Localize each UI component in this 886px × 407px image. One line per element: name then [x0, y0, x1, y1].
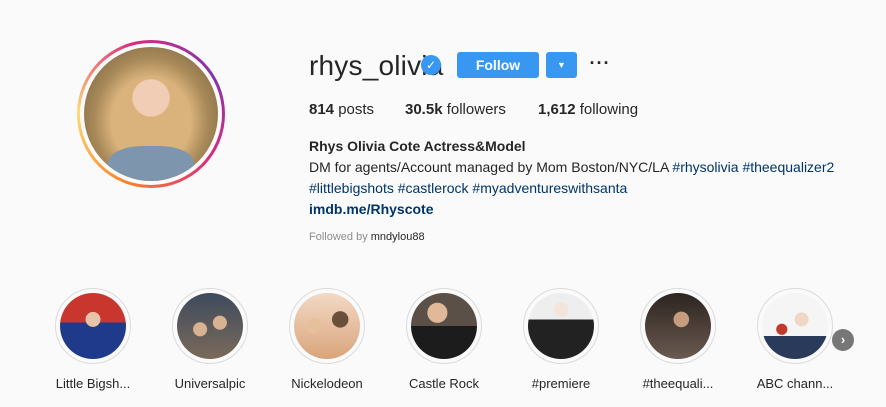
highlight-ring — [757, 288, 833, 364]
profile-full-name: Rhys Olivia Cote Actress&Model — [309, 138, 526, 154]
highlight-thumbnail — [645, 293, 711, 359]
highlight-label: ABC chann... — [756, 376, 834, 391]
highlight-item[interactable]: Universalpic — [151, 288, 269, 391]
suggested-dropdown-button[interactable]: ▼ — [546, 52, 577, 78]
hashtag-link[interactable]: #rhysolivia — [672, 159, 738, 175]
highlight-ring — [172, 288, 248, 364]
profile-avatar-ring[interactable] — [77, 40, 225, 188]
more-options-button[interactable]: ··· — [588, 52, 612, 78]
highlight-thumbnail — [528, 293, 594, 359]
bio-line-1: DM for agents/Account managed by Mom Bos… — [309, 157, 869, 178]
highlight-item[interactable]: #theequali... — [619, 288, 737, 391]
hashtag-link[interactable]: #littlebigshots — [309, 180, 394, 196]
highlight-item[interactable]: #premiere — [502, 288, 620, 391]
following-number: 1,612 — [538, 101, 576, 118]
follow-button[interactable]: Follow — [457, 52, 539, 78]
highlight-ring — [523, 288, 599, 364]
profile-avatar-border — [80, 43, 222, 185]
highlight-thumbnail — [60, 293, 126, 359]
highlight-label: Little Bigsh... — [55, 376, 131, 391]
bio-external-link[interactable]: imdb.me/Rhyscote — [309, 199, 869, 220]
hashtag-link[interactable]: #castlerock — [398, 180, 469, 196]
highlight-label: Nickelodeon — [291, 376, 363, 391]
hashtag-link[interactable]: #myadventureswithsanta — [472, 180, 627, 196]
chevron-down-icon: ▼ — [557, 60, 566, 70]
story-highlights: Little Bigsh... Universalpic Nickelodeon… — [0, 288, 886, 398]
bio-line-2: #littlebigshots #castlerock #myadventure… — [309, 178, 869, 199]
profile-bio: Rhys Olivia Cote Actress&Model DM for ag… — [309, 136, 869, 220]
followers-number: 30.5k — [405, 101, 443, 118]
posts-number: 814 — [309, 101, 335, 118]
followed-by-user-link[interactable]: mndylou88 — [371, 231, 425, 243]
posts-label: posts — [334, 101, 375, 118]
posts-count: 814 posts — [309, 101, 374, 118]
highlight-label: Castle Rock — [408, 376, 480, 391]
highlight-ring — [55, 288, 131, 364]
bio-text: DM for agents/Account managed by Mom Bos… — [309, 159, 673, 175]
highlight-item[interactable]: Castle Rock — [385, 288, 503, 391]
avatar — [84, 47, 218, 181]
highlight-thumbnail — [294, 293, 360, 359]
avatar-shirt — [108, 146, 194, 181]
following-label: following — [575, 101, 639, 118]
highlight-thumbnail — [762, 293, 828, 359]
verified-badge-icon: ✓ — [421, 55, 441, 75]
more-horizontal-icon: ··· — [589, 53, 611, 73]
highlight-ring — [289, 288, 365, 364]
chevron-right-icon: › — [840, 332, 846, 347]
followers-label: followers — [442, 101, 506, 118]
highlight-label: #premiere — [531, 376, 591, 391]
highlight-ring — [406, 288, 482, 364]
highlight-thumbnail — [411, 293, 477, 359]
highlights-next-button[interactable]: › — [832, 329, 854, 351]
highlight-label: Universalpic — [174, 376, 246, 391]
highlight-item[interactable]: Nickelodeon — [268, 288, 386, 391]
following-link[interactable]: 1,612 following — [538, 101, 638, 118]
highlight-item[interactable]: Little Bigsh... — [34, 288, 152, 391]
followers-link[interactable]: 30.5k followers — [405, 101, 506, 118]
highlight-thumbnail — [177, 293, 243, 359]
followed-by-label: Followed by — [309, 231, 371, 243]
followed-by: Followed by mndylou88 — [309, 231, 425, 243]
highlight-label: #theequali... — [642, 376, 714, 391]
hashtag-link[interactable]: #theequalizer2 — [742, 159, 834, 175]
highlight-ring — [640, 288, 716, 364]
